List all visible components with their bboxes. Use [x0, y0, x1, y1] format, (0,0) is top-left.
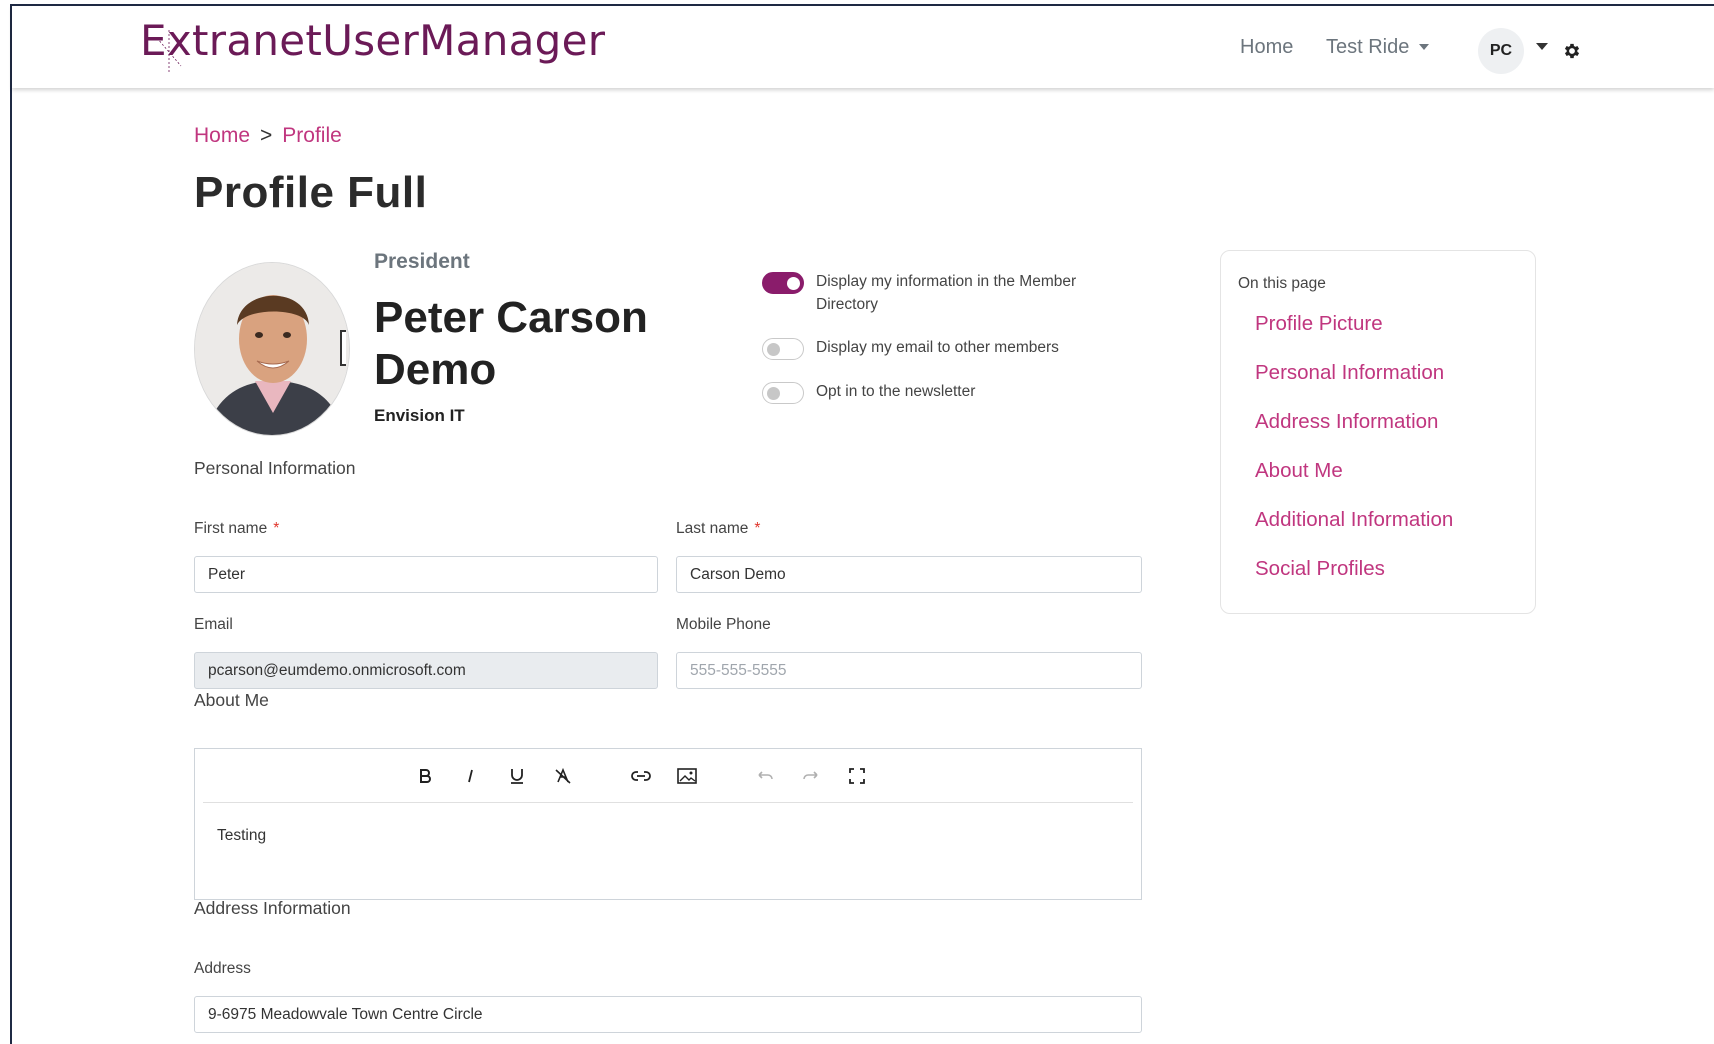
mobile-phone-input[interactable]: 555-555-5555: [676, 652, 1142, 689]
last-name-label: Last name *: [676, 520, 760, 538]
email-field[interactable]: pcarson@eumdemo.onmicrosoft.com: [194, 652, 658, 689]
profile-full-name: Peter Carson Demo: [374, 293, 648, 394]
user-menu-caret-icon[interactable]: [1536, 43, 1548, 50]
first-name-label-text: First name: [194, 520, 268, 537]
profile-position: President: [374, 250, 470, 273]
redo-icon[interactable]: [797, 762, 825, 790]
clear-format-icon[interactable]: [549, 762, 577, 790]
required-marker: *: [754, 520, 761, 537]
breadcrumb: Home > Profile: [194, 124, 342, 148]
undo-icon[interactable]: [751, 762, 779, 790]
logo-spark-icon: [156, 30, 182, 74]
image-icon[interactable]: [673, 762, 701, 790]
brand-logo-text: ExtranetUserManager: [140, 16, 606, 65]
top-navbar: ExtranetUserManager Home Test Ride PC: [12, 6, 1714, 88]
user-avatar[interactable]: PC: [1478, 28, 1524, 74]
breadcrumb-current-link[interactable]: Profile: [282, 124, 342, 148]
link-icon[interactable]: [627, 762, 655, 790]
first-name-label: First name *: [194, 520, 279, 538]
profile-company: Envision IT: [374, 406, 465, 425]
nav-test-ride-label: Test Ride: [1326, 35, 1410, 58]
toggle-member-directory-row: Display my information in the Member Dir…: [762, 270, 1106, 316]
on-this-page-sidebar: On this page Profile Picture Personal In…: [1220, 250, 1536, 614]
section-heading-about: About Me: [194, 690, 269, 710]
bold-icon[interactable]: [411, 762, 439, 790]
toggle-member-directory-label: Display my information in the Member Dir…: [816, 273, 1077, 313]
sidebar-item-address-information[interactable]: Address Information: [1255, 407, 1453, 456]
nav-home-label: Home: [1240, 35, 1294, 58]
editor-content[interactable]: Testing: [217, 827, 266, 845]
brand-logo[interactable]: ExtranetUserManager: [140, 16, 605, 65]
page-title: Profile Full: [194, 168, 428, 217]
last-name-label-text: Last name: [676, 520, 749, 537]
first-name-input[interactable]: Peter: [194, 556, 658, 593]
toggle-show-email[interactable]: [762, 338, 804, 360]
fullscreen-icon[interactable]: [843, 762, 871, 790]
toggle-newsletter-row: Opt in to the newsletter: [762, 380, 1106, 404]
sidebar-list: Profile Picture Personal Information Add…: [1255, 309, 1453, 603]
sidebar-item-social-profiles[interactable]: Social Profiles: [1255, 554, 1453, 603]
italic-icon[interactable]: [457, 762, 485, 790]
email-label: Email: [194, 616, 233, 633]
about-me-editor: Testing: [194, 748, 1142, 900]
breadcrumb-separator: >: [260, 124, 273, 147]
toggle-show-email-label: Display my email to other members: [816, 339, 1059, 356]
mobile-phone-placeholder: 555-555-5555: [690, 661, 787, 679]
mobile-phone-label: Mobile Phone: [676, 616, 771, 633]
toggle-member-directory[interactable]: [762, 272, 804, 294]
sidebar-heading: On this page: [1238, 275, 1326, 292]
profile-photo[interactable]: [194, 262, 350, 436]
last-name-input[interactable]: Carson Demo: [676, 556, 1142, 593]
profile-photo-image: [195, 263, 349, 435]
photo-edit-handle[interactable]: [340, 330, 346, 366]
address-input[interactable]: 9-6975 Meadowvale Town Centre Circle: [194, 996, 1142, 1033]
section-heading-personal: Personal Information: [194, 458, 356, 478]
underline-icon[interactable]: [503, 762, 531, 790]
sidebar-item-about-me[interactable]: About Me: [1255, 456, 1453, 505]
sidebar-item-profile-picture[interactable]: Profile Picture: [1255, 309, 1453, 358]
breadcrumb-home-link[interactable]: Home: [194, 124, 250, 148]
toggle-email-row: Display my email to other members: [762, 336, 1106, 360]
sidebar-item-additional-information[interactable]: Additional Information: [1255, 505, 1453, 554]
sidebar-item-personal-information[interactable]: Personal Information: [1255, 358, 1453, 407]
nav-test-ride-dropdown[interactable]: Test Ride: [1326, 6, 1430, 88]
required-marker: *: [273, 520, 280, 537]
nav-home-link[interactable]: Home: [1240, 6, 1293, 88]
toggle-newsletter-label: Opt in to the newsletter: [816, 383, 976, 400]
first-name-value: Peter: [208, 565, 246, 583]
email-value: pcarson@eumdemo.onmicrosoft.com: [208, 661, 466, 679]
address-value: 9-6975 Meadowvale Town Centre Circle: [208, 1005, 483, 1023]
user-initials: PC: [1489, 42, 1513, 59]
editor-toolbar: [203, 749, 1133, 803]
toggle-newsletter[interactable]: [762, 382, 804, 404]
last-name-value: Carson Demo: [690, 565, 786, 583]
window-frame-left: [10, 4, 12, 1044]
address-label: Address: [194, 960, 251, 977]
section-heading-address: Address Information: [194, 898, 351, 918]
chevron-down-icon: [1419, 44, 1430, 50]
gear-icon[interactable]: [1562, 41, 1582, 61]
